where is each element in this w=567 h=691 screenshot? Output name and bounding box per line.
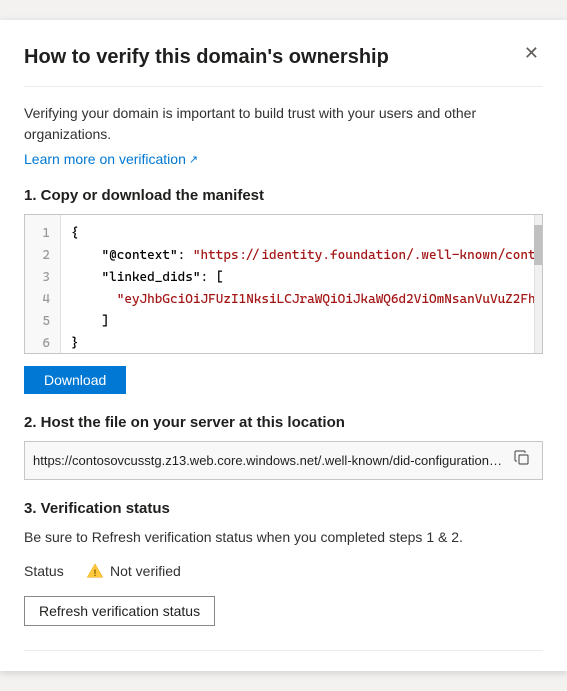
learn-more-label: Learn more on verification <box>24 151 186 167</box>
dialog: How to verify this domain's ownership ✕ … <box>0 20 567 671</box>
code-container: 1 2 3 4 5 6 { "@context": "https://ident… <box>24 214 543 354</box>
status-badge: ! Not verified <box>86 562 181 580</box>
step2-section: 2. Host the file on your server at this … <box>24 414 543 480</box>
copy-icon <box>514 453 530 470</box>
dialog-header: How to verify this domain's ownership ✕ <box>24 44 543 70</box>
divider-top <box>24 86 543 87</box>
code-line-6: } <box>71 333 532 353</box>
verification-desc: Be sure to Refresh verification status w… <box>24 527 543 548</box>
svg-text:!: ! <box>94 568 97 578</box>
code-content: { "@context": "https://identity.foundati… <box>61 215 542 353</box>
status-row: Status ! Not verified <box>24 562 543 580</box>
status-label: Status <box>24 563 74 579</box>
status-text: Not verified <box>110 563 181 579</box>
code-line-3: "linked_dids": [ <box>71 267 532 289</box>
scrollbar-thumb[interactable] <box>534 225 542 265</box>
close-button[interactable]: ✕ <box>520 42 543 64</box>
learn-more-link[interactable]: Learn more on verification ↗ <box>24 151 198 167</box>
code-line-4: "eyJhbGciOiJFUzI1NksiLCJraWQiOiJkaWQ6d2V… <box>71 289 532 311</box>
step2-title: 2. Host the file on your server at this … <box>24 414 543 431</box>
divider-bottom <box>24 650 543 651</box>
code-line-2: "@context": "https://identity.foundation… <box>71 245 532 267</box>
warning-icon: ! <box>86 562 104 580</box>
step1-title: 1. Copy or download the manifest <box>24 187 543 204</box>
copy-button[interactable] <box>510 448 534 473</box>
scrollbar[interactable] <box>534 215 542 353</box>
external-link-icon: ↗ <box>189 153 198 166</box>
url-text: https://contosovcusstg.z13.web.core.wind… <box>33 453 502 468</box>
code-line-1: { <box>71 223 532 245</box>
step3-section: 3. Verification status Be sure to Refres… <box>24 500 543 626</box>
code-line-5: ] <box>71 311 532 333</box>
line-numbers: 1 2 3 4 5 6 <box>25 215 61 353</box>
intro-text: Verifying your domain is important to bu… <box>24 103 543 145</box>
refresh-button[interactable]: Refresh verification status <box>24 596 215 626</box>
download-button[interactable]: Download <box>24 366 126 394</box>
code-scroll[interactable]: 1 2 3 4 5 6 { "@context": "https://ident… <box>25 215 542 353</box>
step3-title: 3. Verification status <box>24 500 543 517</box>
url-box: https://contosovcusstg.z13.web.core.wind… <box>24 441 543 480</box>
dialog-title: How to verify this domain's ownership <box>24 44 512 70</box>
